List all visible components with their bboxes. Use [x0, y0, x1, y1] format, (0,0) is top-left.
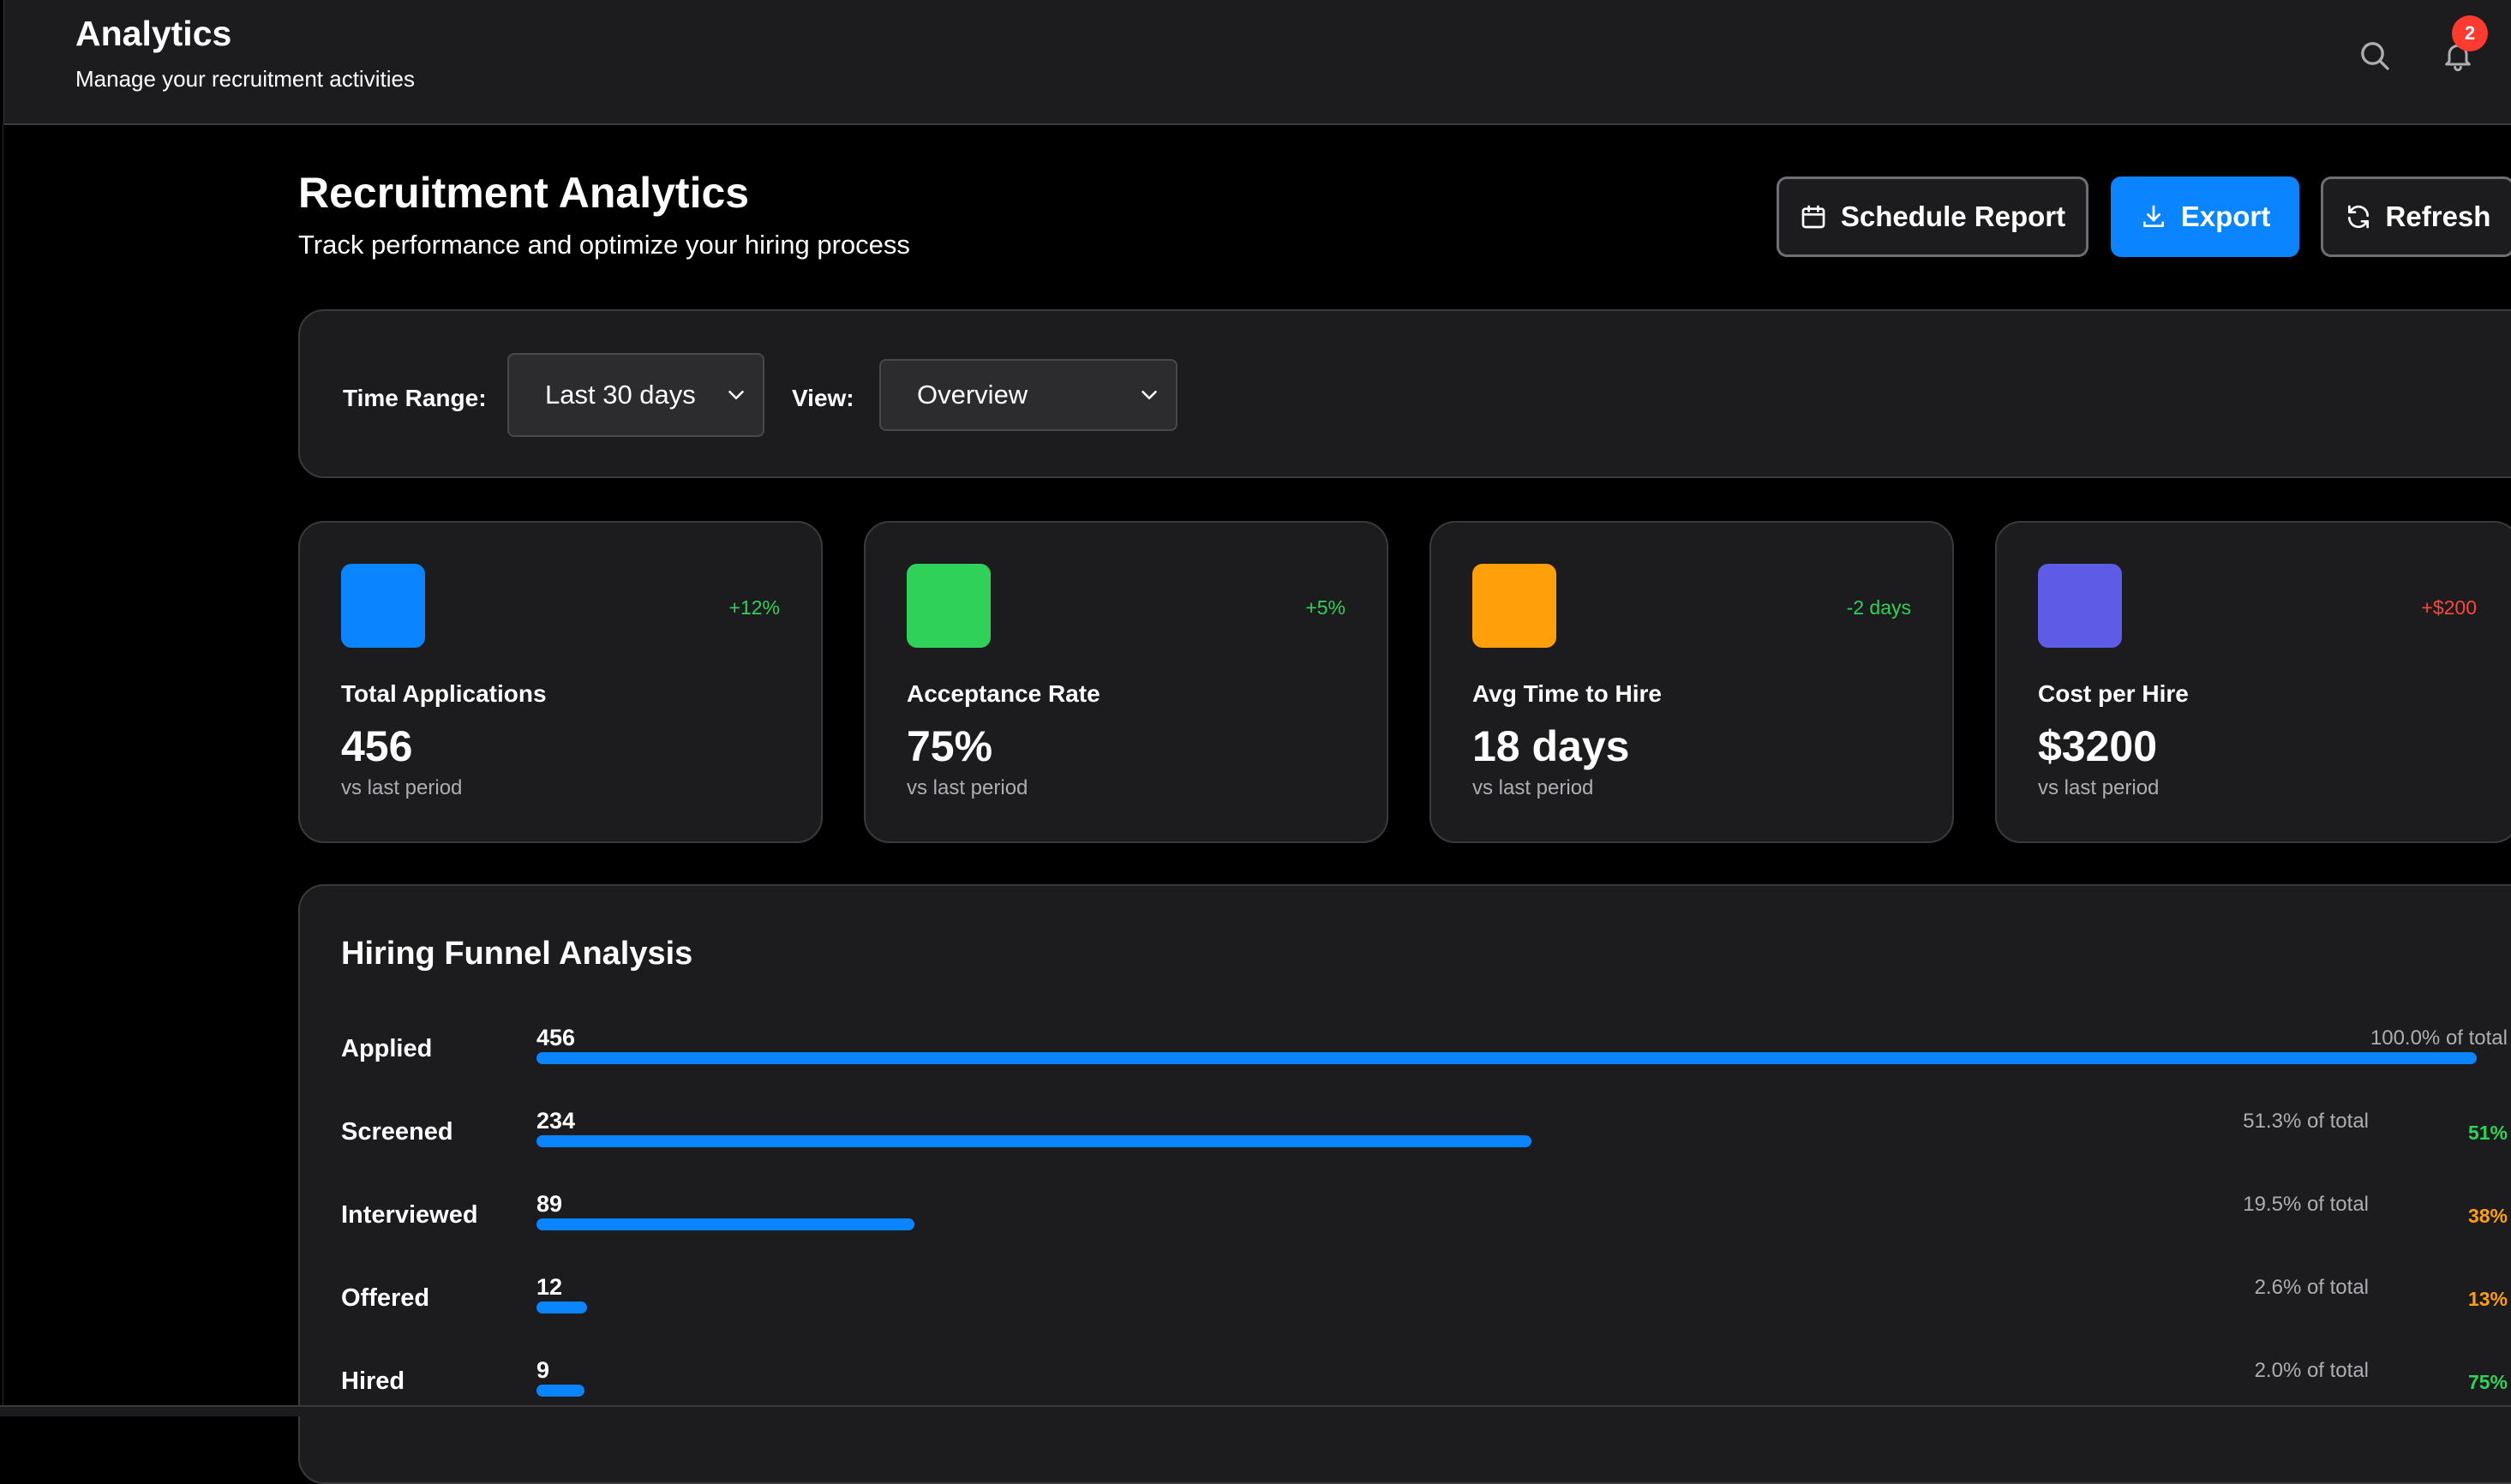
page-title: Recruitment Analytics: [298, 169, 750, 217]
refresh-label: Refresh: [2385, 200, 2491, 232]
funnel-bar-track: [536, 1385, 2477, 1397]
stat-card-total-applications: +12% Total Applications 456 vs last peri…: [298, 521, 823, 843]
funnel-percent-total: 2.0% of total: [2254, 1359, 2369, 1382]
funnel-bar-track: [536, 1052, 2477, 1064]
stat-subtext: vs last period: [1472, 776, 1594, 799]
stat-value: $3200: [2038, 722, 2158, 770]
funnel-bar-fill: [536, 1052, 2477, 1064]
stat-subtext: vs last period: [2038, 776, 2160, 799]
funnel-bar-fill: [536, 1135, 1531, 1147]
view-select[interactable]: Overview: [879, 359, 1178, 431]
bottom-scroll-edge: [0, 1405, 2511, 1416]
stat-card-acceptance-rate: +5% Acceptance Rate 75% vs last period: [864, 521, 1388, 843]
funnel-title: Hiring Funnel Analysis: [341, 936, 693, 972]
search-button[interactable]: [2352, 33, 2398, 79]
stat-value: 456: [341, 722, 413, 770]
refresh-button[interactable]: Refresh: [2321, 177, 2511, 257]
stat-change: +$200: [2421, 596, 2477, 619]
time-range-label: Time Range:: [343, 385, 487, 411]
stat-label: Avg Time to Hire: [1472, 680, 1662, 707]
filter-panel: Time Range: Last 30 days View: Overview: [298, 309, 2511, 478]
funnel-percent-total: 51.3% of total: [2243, 1110, 2369, 1133]
funnel-stage-label: Interviewed: [341, 1201, 478, 1229]
app-title: Analytics: [75, 14, 232, 53]
chevron-down-icon: [1142, 391, 1157, 399]
stat-label: Acceptance Rate: [907, 680, 1100, 707]
funnel-bar-track: [536, 1301, 2477, 1313]
stat-card-avg-time-to-hire: -2 days Avg Time to Hire 18 days vs last…: [1429, 521, 1954, 843]
funnel-stage-label: Screened: [341, 1118, 453, 1146]
stat-change: +12%: [728, 596, 780, 619]
page-subtitle: Track performance and optimize your hiri…: [298, 230, 910, 260]
funnel-percent-total: 2.6% of total: [2254, 1276, 2369, 1299]
funnel-bar-fill: [536, 1218, 914, 1230]
funnel-count: 9: [536, 1357, 550, 1383]
download-icon: [2142, 205, 2164, 227]
funnel-percent-total: 19.5% of total: [2243, 1193, 2369, 1216]
funnel-count: 456: [536, 1025, 576, 1050]
funnel-bar-track: [536, 1135, 2477, 1147]
app-header: Analytics Manage your recruitment activi…: [3, 0, 2511, 125]
time-range-value: Last 30 days: [545, 380, 696, 410]
search-icon: [2361, 42, 2389, 70]
schedule-report-label: Schedule Report: [1840, 200, 2066, 232]
app-subtitle: Manage your recruitment activities: [75, 66, 415, 92]
funnel-stage-label: Hired: [341, 1367, 405, 1395]
funnel-bar-fill: [536, 1385, 584, 1397]
stat-label: Cost per Hire: [2038, 680, 2189, 707]
stat-icon-tile: [2038, 564, 2122, 648]
funnel-stage-label: Applied: [341, 1035, 433, 1062]
schedule-report-button[interactable]: Schedule Report: [1777, 177, 2089, 257]
time-range-select[interactable]: Last 30 days: [507, 353, 764, 437]
funnel-row-screened: Screened 234 51.3% of total 51%: [300, 1099, 2511, 1182]
stat-subtext: vs last period: [341, 776, 463, 799]
view-label: View:: [792, 385, 854, 411]
calendar-icon: [1801, 205, 1825, 229]
view-value: Overview: [917, 380, 1028, 410]
stat-label: Total Applications: [341, 680, 547, 707]
refresh-icon: [2347, 205, 2369, 229]
stat-value: 18 days: [1472, 722, 1630, 770]
stat-card-cost-per-hire: +$200 Cost per Hire $3200 vs last period: [1995, 521, 2511, 843]
funnel-row-hired: Hired 9 2.0% of total 75%: [300, 1349, 2511, 1432]
funnel-row-interviewed: Interviewed 89 19.5% of total 38%: [300, 1182, 2511, 1266]
funnel-count: 89: [536, 1191, 563, 1217]
left-edge-divider: [0, 125, 3, 1416]
chevron-down-icon: [728, 391, 744, 399]
funnel-count: 12: [536, 1274, 563, 1300]
hiring-funnel-panel: Hiring Funnel Analysis Applied 456 100.0…: [298, 884, 2511, 1484]
stat-change: +5%: [1305, 596, 1345, 619]
funnel-bar-track: [536, 1218, 2477, 1230]
export-label: Export: [2180, 200, 2271, 232]
funnel-bar-fill: [536, 1301, 587, 1313]
export-button[interactable]: Export: [2111, 177, 2299, 257]
funnel-percent-total: 100.0% of total: [2370, 1026, 2508, 1050]
stat-subtext: vs last period: [907, 776, 1028, 799]
notification-badge: 2: [2452, 15, 2488, 51]
stat-value: 75%: [907, 722, 993, 770]
stat-change: -2 days: [1846, 596, 1911, 619]
funnel-row-applied: Applied 456 100.0% of total: [300, 1016, 2511, 1099]
funnel-count: 234: [536, 1108, 576, 1134]
funnel-row-offered: Offered 12 2.6% of total 13%: [300, 1266, 2511, 1349]
stat-icon-tile: [341, 564, 425, 648]
funnel-stage-label: Offered: [341, 1284, 430, 1312]
stat-icon-tile: [907, 564, 991, 648]
stat-icon-tile: [1472, 564, 1556, 648]
